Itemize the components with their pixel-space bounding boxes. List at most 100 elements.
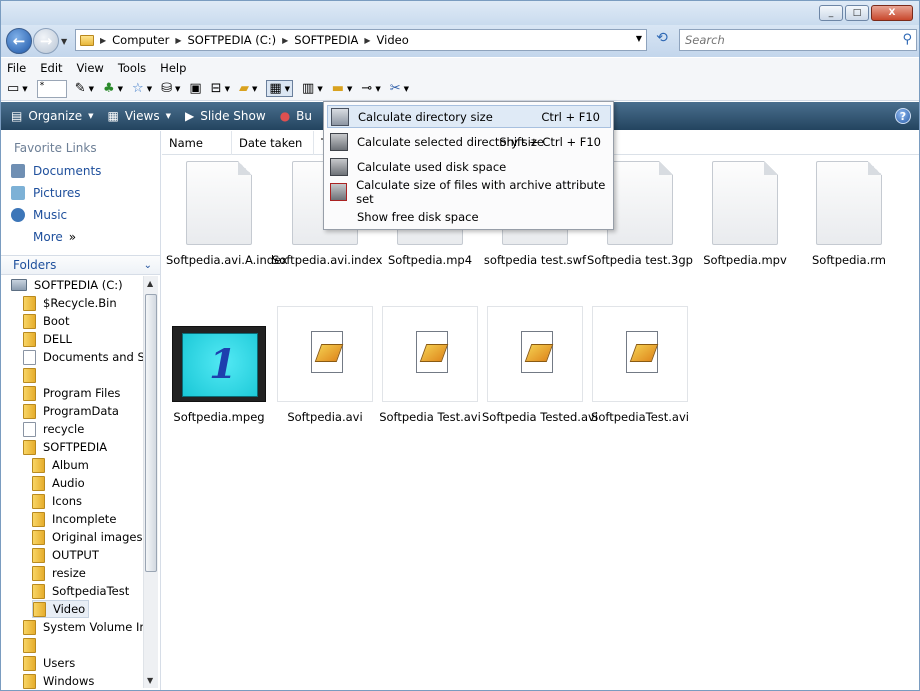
folder-tree-scrollbar[interactable]: ▲ ▼ [143,276,158,688]
burn-button[interactable]: ● Bu [280,109,312,123]
column-date-taken[interactable]: Date taken [232,130,314,155]
menu-view[interactable]: View [77,61,104,75]
file-item[interactable]: 1 Softpedia.mpeg [166,326,272,424]
menu-calculate-selected-directory-size[interactable]: Calculate selected directory size Shift +… [327,130,611,153]
file-item[interactable]: Softpedia Tested.avi [482,306,598,424]
tree-item[interactable]: resize [32,564,86,582]
computer-button[interactable]: ▣ [189,81,201,96]
tree-item[interactable]: SoftpediaTest [32,582,129,600]
menu-calculate-used-disk-space[interactable]: Calculate used disk space [327,155,611,178]
search-icon[interactable]: ⚲ [902,32,912,47]
calculator-button[interactable]: ▦ ▼ [266,80,294,97]
computer-icon: ▣ [189,81,202,96]
forward-arrow-icon: → [39,32,53,50]
breadcrumb-computer[interactable]: ▶ Computer [100,33,169,47]
menu-edit[interactable]: Edit [40,61,62,75]
scroll-up-icon[interactable]: ▲ [147,279,153,288]
tree-item[interactable]: DELL [23,330,72,348]
tree-item[interactable]: SOFTPEDIA [23,438,107,456]
tree-item-label: DELL [43,332,72,346]
forward-button[interactable]: → [33,28,59,54]
tree-item[interactable]: Boot [23,312,69,330]
file-item[interactable]: Softpedia.rm [796,161,902,267]
scroll-thumb[interactable] [145,294,157,572]
fav-documents[interactable]: Documents [11,164,101,178]
tree-button[interactable]: ♣ ▼ [103,81,123,96]
search-box[interactable]: ⚲ [679,29,917,51]
fav-more[interactable]: More» [33,230,76,244]
tree-item[interactable]: recycle [23,420,84,438]
scroll-down-icon[interactable]: ▼ [147,676,153,685]
fav-pictures[interactable]: Pictures [11,186,81,200]
breadcrumb-softpedia[interactable]: ▶ SOFTPEDIA [282,33,358,47]
menu-tools[interactable]: Tools [118,61,146,75]
tree-item[interactable]: SOFTPEDIA (C:) [11,276,123,294]
menu-show-free-disk-space[interactable]: Show free disk space [327,205,611,228]
tree-item[interactable]: ProgramData [23,402,119,420]
menu-file[interactable]: File [7,61,26,75]
minimize-button[interactable]: _ [819,5,843,21]
tree-item[interactable] [23,366,43,384]
explorer-window: _ □ X ← → ▼ ▶ Computer ▶ SOFTPEDIA (C:) ▶ S… [0,0,920,691]
tree-item[interactable]: Video [32,600,90,618]
file-item[interactable]: Softpedia.avi.A.index [166,161,288,267]
tree-item[interactable]: $Recycle.Bin [23,294,117,312]
folder-open-button[interactable]: ▰ ▼ [239,81,257,96]
book-button[interactable]: ▥ ▼ [302,81,323,96]
connect-button[interactable]: ⊸ ▼ [361,81,380,96]
media-pen-icon [419,344,449,362]
tree-item[interactable]: Audio [32,474,85,492]
back-button[interactable]: ← [6,28,32,54]
tree-item-label: ProgramData [43,404,119,418]
folder-button[interactable]: ▬ ▼ [332,81,353,96]
address-dropdown-icon[interactable]: ▼ [636,34,642,43]
address-bar[interactable]: ▶ Computer ▶ SOFTPEDIA (C:) ▶ SOFTPEDIA ▶ Vi… [75,29,647,51]
refresh-button[interactable]: ⟲ [650,30,674,50]
toolbar-textbox[interactable]: * [36,79,67,98]
file-item[interactable]: Softpedia Test.avi [377,306,483,424]
slideshow-button[interactable]: ▶ Slide Show [185,109,266,123]
breadcrumb-drive[interactable]: ▶ SOFTPEDIA (C:) [175,33,276,47]
file-item[interactable]: Softpedia.avi [272,306,378,424]
organize-button[interactable]: ▤ Organize ▼ [11,109,94,123]
column-name[interactable]: Name [162,130,232,155]
tree-item[interactable]: OUTPUT [32,546,99,564]
drive-button[interactable]: ⛁ ▼ [161,81,180,96]
menu-calculate-archive-attribute-size[interactable]: Calculate size of files with archive att… [327,178,611,206]
tree-icon: ♣ [102,81,115,96]
folders-header[interactable]: Folders ⌄ [1,255,160,275]
layout-button[interactable]: ▭ ▼ [7,81,28,96]
close-button[interactable]: X [871,5,913,21]
file-item[interactable]: Softpedia.mpv [692,161,798,267]
menu-help[interactable]: Help [160,61,186,75]
star-icon: ☆ [132,81,144,96]
tree-item[interactable]: Album [32,456,89,474]
fav-music[interactable]: Music [11,208,67,222]
favorites-button[interactable]: ☆ ▼ [132,81,152,96]
layout-icon: ▭ [7,81,20,96]
tree-item[interactable]: Program Files [23,384,120,402]
menu-calculate-directory-size[interactable]: Calculate directory size Ctrl + F10 [327,105,611,128]
tree-item[interactable] [23,636,43,654]
tree-item[interactable]: Original images [32,528,142,546]
file-item[interactable]: SoftpediaTest.avi [587,306,693,424]
media-file-icon [626,331,659,373]
views-button[interactable]: ▦ Views ▼ [108,109,171,123]
tree-item[interactable]: Incomplete [32,510,116,528]
maximize-button[interactable]: □ [845,5,869,21]
scissors-button[interactable]: ✂ ▼ [390,81,409,96]
network-button[interactable]: ⊟ ▼ [211,81,230,96]
recent-pages-dropdown-icon[interactable]: ▼ [61,37,67,46]
tree-item[interactable]: Users [23,654,75,672]
tree-item-label: Documents and Sett [43,350,143,364]
tree-item[interactable]: Icons [32,492,82,510]
tree-item[interactable]: System Volume Inforr [23,618,143,636]
search-input[interactable] [680,30,890,50]
breadcrumb-video[interactable]: ▶ Video [364,33,408,47]
tree-item[interactable]: Documents and Sett [23,348,143,366]
pen-button[interactable]: ✎ ▼ [75,81,94,96]
shortcut-icon [23,349,36,365]
help-icon[interactable]: ? [895,108,911,124]
chevron-down-icon: ⌄ [143,260,152,271]
tree-item[interactable]: Windows [23,672,94,690]
